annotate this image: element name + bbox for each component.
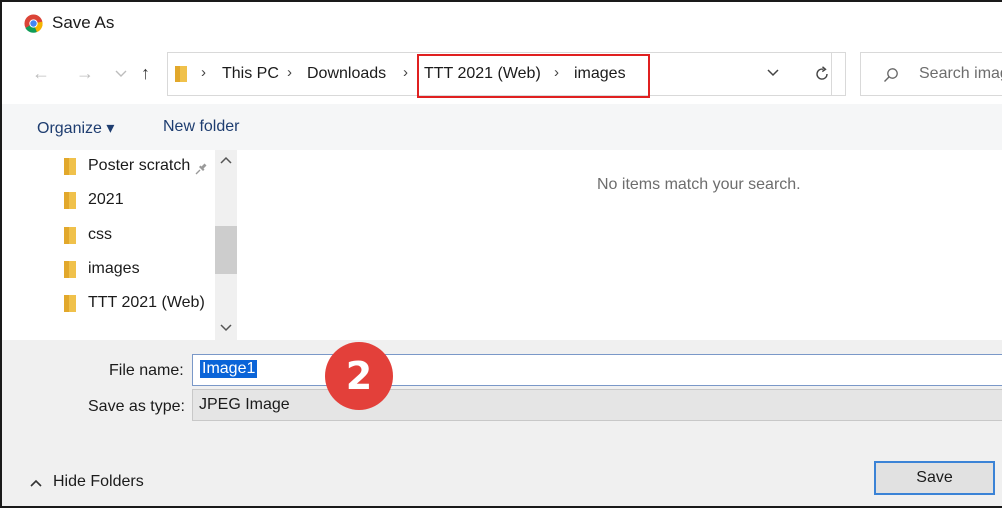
file-name-label: File name: — [109, 362, 184, 379]
empty-results-message: No items match your search. — [597, 176, 801, 193]
save-as-dialog: Save As ← → ↑ › This PC › Downloads › TT… — [0, 0, 1002, 508]
search-placeholder: Search imag — [919, 65, 1002, 82]
scrollbar-thumb[interactable] — [215, 226, 237, 274]
recent-locations-chevron-icon[interactable] — [115, 69, 127, 79]
title-bar: Save As — [2, 2, 1002, 46]
folder-icon — [175, 66, 187, 82]
save-as-type-value: JPEG Image — [199, 396, 290, 413]
file-name-value[interactable]: Image1 — [200, 360, 258, 378]
tree-item-label: images — [88, 260, 140, 277]
chrome-icon — [24, 14, 43, 33]
breadcrumb-separator-icon: › — [403, 64, 408, 81]
save-options-panel: File name: Image1 Save as type: JPEG Ima… — [2, 340, 1002, 506]
tree-item-label: 2021 — [88, 191, 124, 208]
scroll-down-chevron-icon[interactable] — [218, 322, 234, 334]
folder-icon — [64, 227, 76, 244]
forward-arrow-icon[interactable]: → — [76, 62, 94, 84]
folder-tree: Poster scratch 2021 css images TTT 2021 … — [2, 150, 237, 340]
search-icon — [884, 68, 898, 82]
refresh-button[interactable] — [798, 52, 846, 96]
folder-icon — [64, 192, 76, 209]
organize-button[interactable]: Organize ▾ — [37, 118, 114, 138]
save-button[interactable]: Save — [874, 461, 995, 495]
breadcrumb-separator-icon: › — [201, 64, 206, 81]
save-as-type-select[interactable]: JPEG Image — [192, 389, 1002, 421]
tree-item-label: TTT 2021 (Web) — [88, 294, 205, 311]
search-box[interactable]: Search imag — [860, 52, 1002, 96]
new-folder-button[interactable]: New folder — [163, 118, 239, 136]
file-list-pane[interactable]: No items match your search. — [237, 150, 1002, 340]
chevron-up-icon — [30, 479, 42, 487]
breadcrumb-separator-icon: › — [287, 64, 292, 81]
address-bar[interactable]: › This PC › Downloads › TTT 2021 (Web) ›… — [167, 52, 832, 96]
up-arrow-icon[interactable]: ↑ — [141, 62, 150, 84]
breadcrumb-separator-icon: › — [554, 64, 559, 81]
tree-item-label: css — [88, 226, 112, 243]
command-toolbar: Organize ▾ New folder — [2, 104, 1002, 151]
tree-item-2021[interactable]: 2021 — [64, 189, 214, 213]
tree-item-css[interactable]: css — [64, 224, 214, 248]
folder-icon — [64, 261, 76, 278]
address-dropdown-chevron-icon[interactable] — [766, 66, 780, 80]
navigation-bar: ← → ↑ › This PC › Downloads › TTT 2021 (… — [2, 46, 1002, 104]
refresh-icon — [816, 66, 828, 80]
folder-tree-scrollbar[interactable] — [215, 150, 237, 340]
tree-item-ttt-2021-web[interactable]: TTT 2021 (Web) — [64, 292, 214, 316]
back-arrow-icon[interactable]: ← — [32, 62, 50, 84]
breadcrumb-this-pc[interactable]: This PC — [222, 65, 279, 83]
breadcrumb-images[interactable]: images — [574, 65, 626, 83]
tree-item-label: Poster scratch — [88, 157, 191, 174]
file-name-input[interactable]: Image1 — [192, 354, 1002, 386]
tree-item-images[interactable]: images — [64, 258, 214, 282]
window-title: Save As — [52, 13, 115, 32]
folder-icon — [64, 158, 76, 175]
breadcrumb-ttt-2021-web[interactable]: TTT 2021 (Web) — [424, 65, 541, 83]
pin-icon[interactable] — [195, 162, 208, 175]
save-as-type-label: Save as type: — [88, 398, 185, 415]
step-number-badge: 2 — [325, 342, 393, 410]
scroll-up-chevron-icon[interactable] — [218, 154, 234, 166]
folder-icon — [64, 295, 76, 312]
hide-folders-label: Hide Folders — [53, 473, 144, 490]
breadcrumb-downloads[interactable]: Downloads — [307, 65, 386, 83]
tree-item-poster-scratch[interactable]: Poster scratch — [64, 155, 214, 179]
